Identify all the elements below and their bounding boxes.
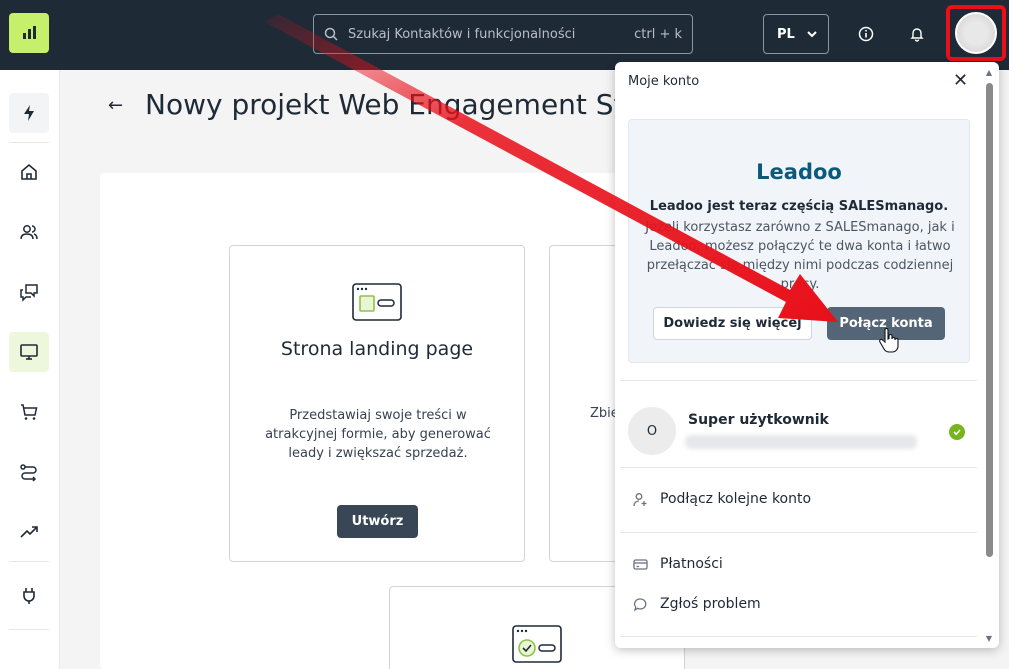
sidebar-item-home[interactable] xyxy=(9,152,49,192)
sidebar-item-automation[interactable] xyxy=(9,452,49,492)
leadoo-heading: Leadoo jest teraz częścią SALESmanago. xyxy=(649,199,949,214)
trend-up-icon xyxy=(20,526,38,538)
chat-bubble-icon xyxy=(633,597,647,611)
menu-item-payments[interactable]: Płatności xyxy=(633,556,723,572)
language-value: PL xyxy=(777,26,795,42)
sidebar-divider xyxy=(9,561,49,562)
sidebar-item-contacts[interactable] xyxy=(9,212,49,252)
bar-chart-icon xyxy=(23,26,36,39)
learn-more-button[interactable]: Dowiedz się więcej xyxy=(653,307,812,340)
account-menu-title: Moje konto xyxy=(628,74,700,89)
search-placeholder: Szukaj Kontaktów i funkcjonalności xyxy=(348,26,576,42)
chevron-down-icon xyxy=(807,31,817,38)
scroll-up-icon[interactable]: ▲ xyxy=(983,68,995,77)
avatar-highlight xyxy=(946,5,1006,61)
info-icon xyxy=(858,26,874,42)
chat-icon xyxy=(20,284,38,302)
sidebar-item-integrations[interactable] xyxy=(9,576,49,616)
search-shortcut: ctrl + k xyxy=(634,26,682,42)
user-avatar: O xyxy=(628,407,676,455)
menu-divider xyxy=(620,380,977,381)
search-input[interactable]: Szukaj Kontaktów i funkcjonalności ctrl … xyxy=(313,14,693,54)
menu-divider xyxy=(620,467,977,468)
hand-cursor-icon xyxy=(879,328,899,353)
menu-item-add-account[interactable]: Podłącz kolejne konto xyxy=(633,491,811,507)
user-email-redacted xyxy=(685,435,917,449)
create-button[interactable]: Utwórz xyxy=(337,505,418,538)
user-name: Super użytkownik xyxy=(688,412,829,428)
menu-divider xyxy=(620,636,977,637)
sidebar xyxy=(0,70,60,669)
sidebar-divider xyxy=(9,142,49,143)
language-select[interactable]: PL xyxy=(763,14,829,54)
scroll-thumb[interactable] xyxy=(986,83,993,557)
leadoo-promo: Leadoo Leadoo jest teraz częścią SALESma… xyxy=(628,119,970,363)
notifications-button[interactable] xyxy=(905,22,929,46)
card-description: Przedstawiaj swoje treści w atrakcyjnej … xyxy=(265,408,491,461)
leadoo-logo: Leadoo xyxy=(756,160,842,184)
landing-page-icon xyxy=(352,283,402,321)
monitor-icon xyxy=(20,344,38,360)
avatar[interactable] xyxy=(955,12,997,54)
lightning-icon xyxy=(24,105,34,121)
shopping-cart-icon xyxy=(21,404,38,420)
sidebar-item-ecommerce[interactable] xyxy=(9,392,49,432)
sidebar-divider xyxy=(9,629,49,630)
app-logo-button[interactable] xyxy=(9,13,49,53)
menu-item-label: Podłącz kolejne konto xyxy=(660,491,812,507)
scroll-down-icon[interactable]: ▼ xyxy=(983,634,995,643)
back-arrow-icon[interactable]: ← xyxy=(108,95,123,116)
users-icon xyxy=(20,225,38,240)
check-icon xyxy=(949,424,965,440)
close-icon[interactable]: ✕ xyxy=(953,70,968,91)
info-button[interactable] xyxy=(854,22,878,46)
add-user-icon xyxy=(633,492,647,506)
credit-card-icon xyxy=(633,558,648,570)
menu-item-label: Płatności xyxy=(660,556,723,572)
sidebar-item-quick-actions[interactable] xyxy=(9,93,49,133)
page-title: Nowy projekt Web Engagement Stu xyxy=(145,88,625,121)
account-menu: Moje konto ✕ Leadoo Leadoo jest teraz cz… xyxy=(615,62,999,648)
search-icon xyxy=(324,27,338,41)
top-bar: Szukaj Kontaktów i funkcjonalności ctrl … xyxy=(0,0,1009,70)
plug-icon xyxy=(23,588,35,604)
home-icon xyxy=(21,163,37,180)
bell-icon xyxy=(910,28,924,42)
leadoo-description: Jeżeli korzystasz zarówno z SALESmanago,… xyxy=(645,220,955,292)
menu-divider xyxy=(620,532,977,533)
scrollbar[interactable]: ▲ ▼ xyxy=(983,68,995,646)
card-title: Strona landing page xyxy=(280,338,474,360)
menu-item-label: Zgłoś problem xyxy=(660,596,761,612)
workflow-icon xyxy=(20,464,37,482)
approved-page-icon xyxy=(512,625,562,663)
landing-page-card: Strona landing page Przedstawiaj swoje t… xyxy=(229,245,525,562)
sidebar-item-web-engagement[interactable] xyxy=(9,332,49,372)
sidebar-item-analytics[interactable] xyxy=(9,512,49,552)
menu-item-report-problem[interactable]: Zgłoś problem xyxy=(633,596,761,612)
sidebar-item-communication[interactable] xyxy=(9,272,49,312)
